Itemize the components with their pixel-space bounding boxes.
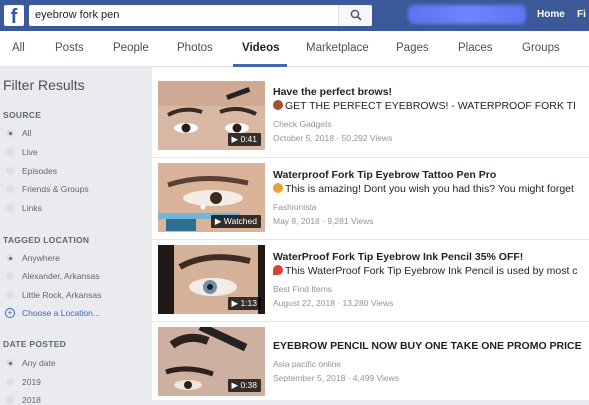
source-option-links[interactable]: Links: [22, 203, 42, 213]
tagged-location-heading: TAGGED LOCATION: [3, 235, 90, 245]
source-option-live[interactable]: Live: [22, 147, 38, 157]
date-option-2018[interactable]: 2018: [22, 395, 41, 405]
radio-source-live[interactable]: [6, 148, 14, 156]
search-tabs: All Posts People Photos Videos Marketpla…: [0, 31, 589, 67]
result-source[interactable]: Asia pacific online: [273, 359, 341, 369]
home-link[interactable]: Home: [537, 9, 565, 20]
tab-pages[interactable]: Pages: [396, 42, 429, 54]
radio-source-friends-groups[interactable]: [6, 185, 14, 193]
result-title[interactable]: Have the perfect brows!: [273, 86, 392, 98]
result-description: GET THE PERFECT EYEBROWS! - WATERPROOF F…: [273, 100, 576, 112]
video-thumbnail[interactable]: ▶ 0:38: [158, 327, 265, 396]
result-divider: [152, 157, 589, 158]
radio-source-episodes[interactable]: [6, 167, 14, 175]
result-meta: May 8, 2018 · 9,281 Views: [273, 216, 374, 226]
filter-title: Filter Results: [3, 77, 85, 93]
play-icon: ▶: [231, 134, 239, 144]
search-input[interactable]: eyebrow fork pen: [35, 9, 119, 21]
tab-videos[interactable]: Videos: [242, 42, 280, 54]
find-friends-link[interactable]: Fi: [577, 9, 586, 20]
top-bar: f eyebrow fork pen Home Fi: [0, 0, 589, 31]
video-duration: ▶ Watched: [210, 215, 261, 228]
search-button[interactable]: [338, 5, 372, 26]
date-option-any[interactable]: Any date: [22, 358, 56, 368]
video-thumbnail[interactable]: ▶ 0:41: [158, 81, 265, 150]
video-duration: ▶ 0:38: [227, 379, 261, 392]
radio-date-2018[interactable]: [6, 396, 14, 404]
radio-date-2019[interactable]: [6, 378, 14, 386]
tab-posts[interactable]: Posts: [55, 42, 84, 54]
date-posted-heading: DATE POSTED: [3, 339, 67, 349]
radio-source-links[interactable]: [6, 204, 14, 212]
result-source[interactable]: Best Find Items: [273, 284, 332, 294]
result-meta: October 5, 2018 · 50,292 Views: [273, 133, 393, 143]
radio-location-little-rock[interactable]: [6, 291, 14, 299]
heart-eyes-emoji-icon: [273, 183, 283, 193]
video-results: ▶ 0:41 Have the perfect brows! GET THE P…: [152, 67, 589, 400]
play-icon: ▶: [231, 298, 239, 308]
result-source[interactable]: Fashionista: [273, 202, 316, 212]
date-option-2019[interactable]: 2019: [22, 377, 41, 387]
result-divider: [152, 321, 589, 322]
result-description: This is amazing! Dont you wish you had t…: [273, 183, 574, 195]
tab-groups[interactable]: Groups: [522, 42, 560, 54]
radio-location-anywhere[interactable]: [6, 254, 14, 262]
tab-all[interactable]: All: [12, 42, 25, 54]
result-description: This WaterProof Fork Tip Eyebrow Ink Pen…: [273, 265, 578, 277]
radio-date-any[interactable]: [6, 359, 14, 367]
play-icon: ▶: [214, 216, 222, 226]
plus-icon[interactable]: +: [5, 308, 15, 318]
result-source[interactable]: Check Gadgets: [273, 119, 332, 129]
choose-location-link[interactable]: Choose a Location...: [22, 308, 100, 318]
brown-face-emoji-icon: [273, 100, 283, 110]
result-title[interactable]: WaterProof Fork Tip Eyebrow Ink Pencil 3…: [273, 251, 523, 263]
source-option-friends-groups[interactable]: Friends & Groups: [22, 184, 89, 194]
search-box[interactable]: eyebrow fork pen: [29, 5, 372, 26]
facebook-logo[interactable]: f: [4, 5, 24, 26]
result-title[interactable]: EYEBROW PENCIL NOW BUY ONE TAKE ONE PROM…: [273, 340, 582, 352]
result-title[interactable]: Waterproof Fork Tip Eyebrow Tattoo Pen P…: [273, 169, 496, 181]
radio-source-all[interactable]: [6, 129, 14, 137]
source-option-all[interactable]: All: [22, 128, 31, 138]
video-thumbnail[interactable]: ▶ Watched: [158, 163, 265, 232]
source-option-episodes[interactable]: Episodes: [22, 166, 57, 176]
source-heading: SOURCE: [3, 110, 42, 120]
tab-photos[interactable]: Photos: [177, 42, 213, 54]
pin-emoji-icon: [273, 265, 283, 275]
location-option-little-rock[interactable]: Little Rock, Arkansas: [22, 290, 101, 300]
location-option-anywhere[interactable]: Anywhere: [22, 253, 60, 263]
result-meta: August 22, 2018 · 13,280 Views: [273, 298, 394, 308]
radio-location-alexander[interactable]: [6, 272, 14, 280]
video-duration: ▶ 0:41: [227, 133, 261, 146]
play-icon: ▶: [231, 380, 239, 390]
search-icon: [350, 9, 362, 21]
video-duration: ▶ 1:13: [227, 297, 261, 310]
tab-places[interactable]: Places: [458, 42, 493, 54]
location-option-alexander[interactable]: Alexander, Arkansas: [22, 271, 100, 281]
result-meta: September 5, 2018 · 4,499 Views: [273, 373, 400, 383]
tab-people[interactable]: People: [113, 42, 149, 54]
video-thumbnail[interactable]: ▶ 1:13: [158, 245, 265, 314]
blurred-profile-name[interactable]: [408, 5, 526, 24]
filter-sidebar: Filter Results SOURCE All Live Episodes …: [0, 67, 152, 405]
result-divider: [152, 239, 589, 240]
tab-marketplace[interactable]: Marketplace: [306, 42, 369, 54]
